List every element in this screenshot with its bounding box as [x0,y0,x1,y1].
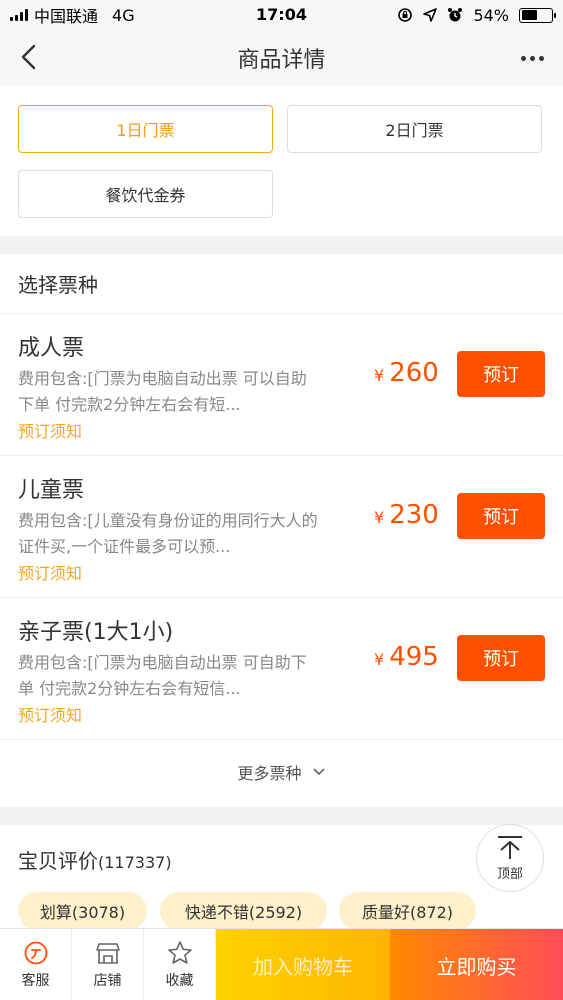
more-ticket-types-button[interactable]: 更多票种 [0,740,563,804]
buy-now-button[interactable]: 立即购买 [390,929,563,1000]
battery-percent: 54% [473,5,509,25]
customer-service-button[interactable]: 客服 [0,929,72,1000]
shop-icon [95,943,120,964]
price-value: 495 [389,642,439,672]
currency-symbol: ¥ [374,366,385,385]
book-button[interactable]: 预订 [457,351,545,397]
status-bar: 中国联通 4G 17:04 54% [0,0,563,30]
ticket-row-child: 儿童票 费用包含:[儿童没有身份证的用同行大人的证件买,一个证件最多可以预...… [0,456,563,598]
ticket-description: 费用包含:[门票为电脑自动出票 可以自助下单 付完款2分钟左右会有短... [18,369,307,414]
reviews-count: (117337) [98,853,172,872]
ticket-description: 费用包含:[门票为电脑自动出票 可自助下单 付完款2分钟左右会有短信... [18,653,307,698]
ticket-list-section: 选择票种 成人票 费用包含:[门票为电脑自动出票 可以自助下单 付完款2分钟左右… [0,254,563,807]
ticket-name: 成人票 [18,336,85,361]
shop-button[interactable]: 店铺 [72,929,144,1000]
alarm-icon [448,8,463,22]
back-to-top-button[interactable]: 顶部 [476,824,544,892]
rotation-lock-icon [398,8,413,22]
signal-icon [10,9,28,21]
option-1-day-ticket[interactable]: 1日门票 [18,105,273,153]
battery-icon [519,7,556,23]
ticket-name: 亲子票(1大1小) [18,620,174,645]
bottom-action-bar: 客服 店铺 收藏 加入购物车 立即购买 [0,928,563,1000]
page-title: 商品详情 [237,48,326,73]
booking-notice-link[interactable]: 预订须知 [18,560,82,584]
price-value: 260 [389,358,439,388]
review-tag[interactable]: 划算(3078) [18,892,147,930]
price-value: 230 [389,500,439,530]
currency-symbol: ¥ [374,650,385,669]
booking-notice-link[interactable]: 预订须知 [18,702,82,726]
carrier-name: 中国联通 [34,7,99,26]
add-to-cart-button[interactable]: 加入购物车 [216,929,390,1000]
chevron-down-icon [312,768,325,776]
ticket-price: ¥230 [374,500,439,530]
more-options-icon[interactable] [517,44,547,72]
arrow-up-icon [498,835,522,859]
battery-level [521,10,538,20]
review-tag[interactable]: 质量好(872) [339,892,476,930]
customer-service-icon [24,941,47,965]
currency-symbol: ¥ [374,508,385,527]
reviews-title[interactable]: 宝贝评价(117337) [18,845,172,874]
nav-bar: 商品详情 [0,30,563,86]
star-icon [167,941,192,964]
option-dining-voucher[interactable]: 餐饮代金券 [18,170,273,218]
book-button[interactable]: 预订 [457,493,545,539]
reviews-title-label: 宝贝评价 [18,849,98,873]
ticket-price: ¥260 [374,358,439,388]
back-to-top-label: 顶部 [496,866,523,882]
booking-notice-link[interactable]: 预订须知 [18,418,82,442]
shop-label: 店铺 [93,973,122,989]
favorite-label: 收藏 [165,973,194,989]
location-icon [423,8,438,22]
favorite-button[interactable]: 收藏 [144,929,216,1000]
ticket-name: 儿童票 [18,478,85,503]
review-tag[interactable]: 快递不错(2592) [160,892,327,930]
ticket-row-family: 亲子票(1大1小) 费用包含:[门票为电脑自动出票 可自助下单 付完款2分钟左右… [0,598,563,740]
ticket-type-options: 1日门票 2日门票 餐饮代金券 [0,86,563,236]
back-arrow-icon[interactable] [16,42,46,72]
ticket-row-adult: 成人票 费用包含:[门票为电脑自动出票 可以自助下单 付完款2分钟左右会有短..… [0,314,563,456]
more-ticket-types-label: 更多票种 [237,764,302,783]
option-2-day-ticket[interactable]: 2日门票 [287,105,542,153]
customer-service-label: 客服 [21,973,50,989]
ticket-description: 费用包含:[儿童没有身份证的用同行大人的证件买,一个证件最多可以预... [18,511,318,556]
section-title: 选择票种 [0,254,563,314]
network-type: 4G [112,5,135,25]
book-button[interactable]: 预订 [457,635,545,681]
ticket-price: ¥495 [374,642,439,672]
